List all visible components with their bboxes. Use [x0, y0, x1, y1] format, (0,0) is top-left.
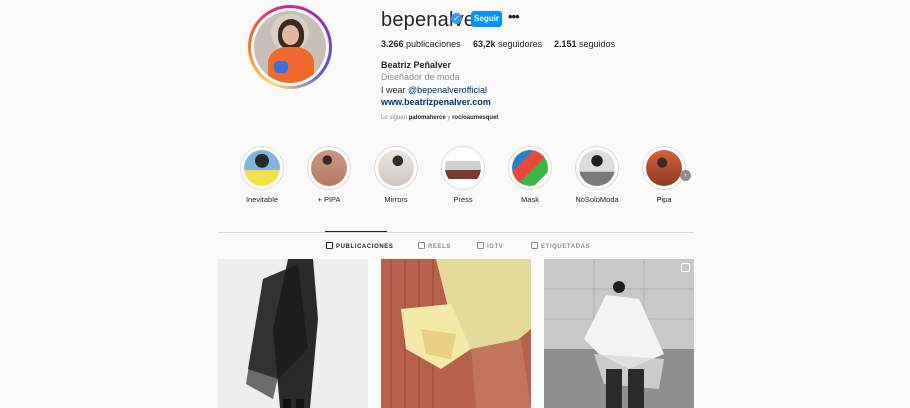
verified-badge-icon: ✓	[451, 13, 462, 24]
highlight-cover	[378, 150, 414, 186]
highlight-item[interactable]: Mask	[500, 146, 560, 204]
post-image	[544, 259, 694, 408]
highlight-item[interactable]: Press	[433, 146, 493, 204]
posts-stat: 3.266 publicaciones	[381, 39, 461, 49]
highlight-cover	[445, 150, 481, 186]
tab-tagged[interactable]: ETIQUETADAS	[531, 242, 590, 250]
active-tab-indicator	[325, 231, 387, 232]
followed-by-text: Le siguen palomaherce y rocioaumesquet	[381, 115, 499, 121]
highlight-cover	[579, 150, 615, 186]
highlights-next-arrow-icon[interactable]: ›	[680, 170, 691, 181]
highlight-item[interactable]: NoSoloModa	[567, 146, 627, 204]
profile-category: Diseñador de moda	[381, 72, 460, 82]
tab-igtv[interactable]: IGTV	[477, 242, 503, 250]
following-stat[interactable]: 2.151 seguidos	[554, 39, 615, 49]
follow-button[interactable]: Seguir	[471, 11, 502, 27]
carousel-icon	[681, 263, 690, 272]
profile-bio: I wear @bepenalverofficial	[381, 85, 488, 95]
more-options-icon[interactable]: •••	[508, 10, 522, 26]
bio-mention-link[interactable]: @bepenalverofficial	[408, 85, 487, 95]
avatar-image	[254, 11, 326, 83]
highlight-cover	[311, 150, 347, 186]
tabs-divider	[218, 232, 694, 233]
highlight-cover	[244, 150, 280, 186]
followed-by-user-link[interactable]: palomaherce	[409, 115, 446, 121]
profile-website-link[interactable]: www.beatrizpenalver.com	[381, 97, 491, 107]
post-thumbnail[interactable]	[544, 259, 694, 408]
highlight-cover	[512, 150, 548, 186]
highlight-item[interactable]: Mirrors	[366, 146, 426, 204]
post-thumbnail[interactable]	[218, 259, 368, 408]
igtv-icon	[477, 242, 484, 249]
followed-by-user-link[interactable]: rocioaumesquet	[452, 115, 498, 121]
tab-posts[interactable]: PUBLICACIONES	[326, 242, 393, 250]
tab-reels[interactable]: REELS	[418, 242, 451, 250]
profile-username: bepenalver	[381, 9, 482, 31]
post-thumbnail[interactable]	[381, 259, 531, 408]
post-image	[218, 259, 368, 408]
profile-full-name: Beatriz Peñalver	[381, 60, 452, 70]
post-image	[381, 259, 531, 408]
profile-avatar[interactable]	[248, 5, 332, 89]
grid-icon	[326, 242, 333, 249]
highlight-item[interactable]: + PIPA	[299, 146, 359, 204]
reels-icon	[418, 242, 425, 249]
tagged-icon	[531, 242, 538, 249]
followers-stat[interactable]: 63,2k seguidores	[473, 39, 542, 49]
highlight-item[interactable]: Inevitable	[232, 146, 292, 204]
highlight-cover	[646, 150, 682, 186]
